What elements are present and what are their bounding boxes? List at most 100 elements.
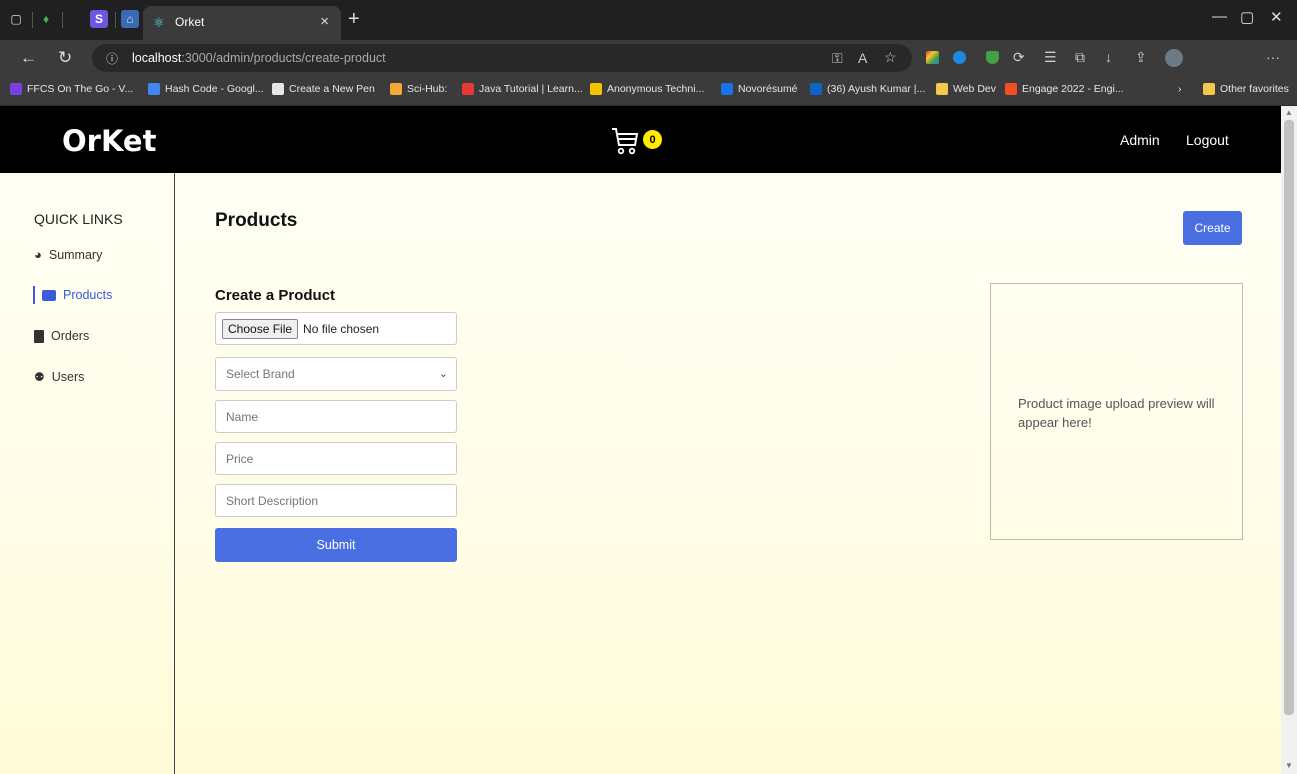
shield-extension-icon[interactable]: [986, 51, 999, 64]
quick-links-title: QUICK LINKS: [34, 211, 123, 227]
cart-count-badge: 0: [643, 130, 662, 149]
favorite-star-icon[interactable]: ☆: [884, 49, 897, 66]
read-aloud-icon[interactable]: A: [858, 50, 867, 66]
restore-icon[interactable]: ▢: [1240, 8, 1254, 26]
bookmark-label: Novorésumé: [738, 83, 798, 95]
page-content: OrKet 0 Admin Logout QUICK LINKS ◕ Summa…: [0, 106, 1281, 774]
bookmark-icon: [148, 83, 160, 95]
sidebar-item-products[interactable]: Products: [42, 288, 112, 302]
info-icon[interactable]: ⓘ: [106, 50, 118, 67]
url-text: localhost:3000/admin/products/create-pro…: [132, 51, 386, 65]
extension-icon[interactable]: [926, 51, 939, 64]
new-tab-icon[interactable]: +: [348, 8, 360, 31]
scroll-thumb[interactable]: [1284, 120, 1294, 715]
sidebar-item-orders[interactable]: Orders: [34, 329, 89, 343]
bookmark-label: Hash Code - Googl...: [165, 83, 264, 95]
bookmarks-bar: FFCS On The Go - V... Hash Code - Googl..…: [0, 76, 1297, 106]
mongodb-tab-icon[interactable]: ♦: [37, 10, 55, 28]
brand-select-value: Select Brand: [226, 367, 295, 381]
bookmark-item[interactable]: Engage 2022 - Engi...: [1005, 83, 1124, 95]
chevron-right-icon[interactable]: ›: [1178, 83, 1182, 95]
file-status: No file chosen: [303, 321, 380, 336]
bookmark-item[interactable]: Anonymous Techni...: [590, 83, 704, 95]
bookmark-item[interactable]: Web Dev: [936, 83, 996, 95]
bookmark-icon: [462, 83, 474, 95]
bookmark-icon: [810, 83, 822, 95]
sidebar-item-label: Products: [63, 288, 113, 302]
cart-icon[interactable]: [610, 126, 640, 156]
sidebar-item-label: Orders: [51, 329, 90, 343]
browser-tab-bar: ▢ ♦ S ⌂ ⚛ Orket × + — ▢ ✕: [0, 0, 1297, 40]
bookmark-item[interactable]: (36) Ayush Kumar |...: [810, 83, 925, 95]
refresh-icon[interactable]: ↻: [58, 48, 72, 68]
extensions-puzzle-icon[interactable]: ⟳: [1013, 49, 1025, 66]
tab-separator: [115, 12, 116, 28]
price-input[interactable]: [215, 442, 457, 475]
bookmark-label: Web Dev: [953, 83, 996, 95]
profile-avatar[interactable]: [1165, 49, 1183, 67]
admin-link[interactable]: Admin: [1120, 132, 1160, 148]
active-indicator: [33, 286, 35, 304]
form-title: Create a Product: [215, 287, 336, 304]
url-input[interactable]: ⓘ localhost:3000/admin/products/create-p…: [92, 44, 912, 72]
folder-icon: [1203, 83, 1215, 95]
download-icon[interactable]: ↓: [1105, 49, 1112, 65]
sidebar-item-summary[interactable]: ◕ Summary: [34, 247, 102, 262]
bookmark-label: Java Tutorial | Learn...: [479, 83, 583, 95]
preview-text: Product image upload preview will appear…: [1018, 396, 1215, 430]
app-header: OrKet 0 Admin Logout: [0, 106, 1281, 173]
bookmark-item[interactable]: Novorésumé: [721, 83, 798, 95]
bookmark-icon: [590, 83, 602, 95]
back-icon[interactable]: ←: [20, 48, 37, 68]
tab-separator: [62, 12, 63, 28]
favorites-icon[interactable]: ☰: [1044, 49, 1057, 66]
file-input[interactable]: Choose File No file chosen: [215, 312, 457, 345]
home-tab-icon[interactable]: ⌂: [121, 10, 139, 28]
key-icon[interactable]: ⚿: [832, 50, 843, 67]
choose-file-button[interactable]: Choose File: [222, 318, 299, 339]
tab-actions-icon[interactable]: ▢: [7, 10, 25, 28]
bookmark-item[interactable]: Sci-Hub:: [390, 83, 447, 95]
scroll-up-icon[interactable]: ▲: [1285, 108, 1293, 117]
brand-select[interactable]: Select Brand ⌄: [215, 357, 457, 391]
close-icon[interactable]: ×: [320, 13, 329, 30]
bookmark-icon: [10, 83, 22, 95]
bookmark-item[interactable]: Hash Code - Googl...: [148, 83, 264, 95]
image-preview: Product image upload preview will appear…: [990, 283, 1243, 540]
chevron-down-icon: ⌄: [438, 368, 448, 380]
other-favorites[interactable]: Other favorites: [1203, 83, 1289, 95]
window-close-icon[interactable]: ✕: [1270, 8, 1283, 26]
logo[interactable]: OrKet: [62, 124, 156, 158]
bookmark-label: Create a New Pen: [289, 83, 375, 95]
page-title: Products: [215, 210, 298, 231]
collections-icon[interactable]: ⧉: [1075, 49, 1085, 66]
submit-button[interactable]: Submit: [215, 528, 457, 562]
tab-title: Orket: [175, 15, 205, 29]
tab-separator: [32, 12, 33, 28]
store-icon: [42, 289, 56, 301]
active-tab[interactable]: ⚛ Orket ×: [143, 6, 341, 40]
bookmark-item[interactable]: Java Tutorial | Learn...: [462, 83, 583, 95]
bookmark-icon: [1005, 83, 1017, 95]
create-button[interactable]: Create: [1183, 211, 1242, 245]
sidebar-item-users[interactable]: ⚉ Users: [34, 370, 84, 384]
clipboard-icon: [34, 329, 44, 343]
minimize-icon[interactable]: —: [1212, 8, 1227, 25]
bookmark-label: (36) Ayush Kumar |...: [827, 83, 926, 95]
extension-icon[interactable]: [953, 51, 966, 64]
description-input[interactable]: [215, 484, 457, 517]
bookmark-item[interactable]: FFCS On The Go - V...: [10, 83, 133, 95]
bookmark-item[interactable]: Create a New Pen: [272, 83, 375, 95]
more-icon[interactable]: ···: [1266, 49, 1280, 65]
s-tab-icon[interactable]: S: [90, 10, 108, 28]
scrollbar[interactable]: ▲ ▼: [1281, 106, 1297, 774]
logout-link[interactable]: Logout: [1186, 132, 1229, 148]
bookmark-label: Engage 2022 - Engi...: [1022, 83, 1124, 95]
bookmark-icon: [721, 83, 733, 95]
gauge-icon: ◕: [34, 247, 42, 262]
sidebar-item-label: Summary: [48, 247, 103, 262]
bookmark-label: FFCS On The Go - V...: [27, 83, 134, 95]
scroll-down-icon[interactable]: ▼: [1285, 761, 1293, 770]
share-icon[interactable]: ⇪: [1135, 49, 1147, 66]
name-input[interactable]: [215, 400, 457, 433]
